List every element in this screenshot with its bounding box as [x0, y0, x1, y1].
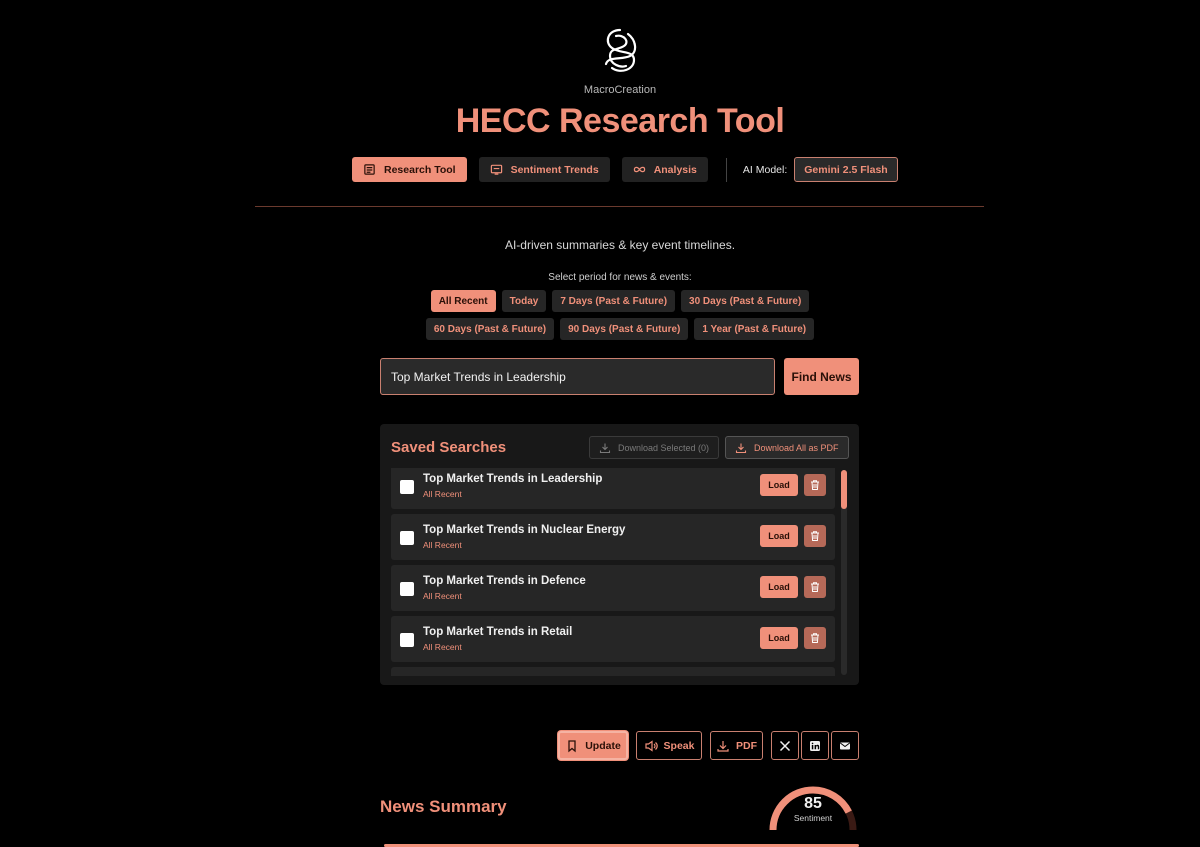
news-summary-title: News Summary [380, 797, 507, 816]
page-title: HECC Research Tool [455, 102, 785, 140]
period-label: Select period for news & events: [548, 272, 692, 283]
macrocreation-logo-icon [604, 28, 637, 72]
update-label: Update [585, 739, 621, 752]
saved-search-item[interactable]: Top Market Trends in Defence All Recent … [391, 565, 835, 611]
find-news-button[interactable]: Find News [784, 358, 859, 395]
delete-button[interactable] [804, 474, 826, 496]
pdf-label: PDF [736, 739, 757, 752]
brand-name: MacroCreation [583, 84, 657, 96]
select-checkbox[interactable] [400, 531, 414, 545]
newspaper-icon [364, 164, 375, 175]
period-chip-30-days[interactable]: 30 Days (Past & Future) [681, 290, 810, 312]
delete-button[interactable] [804, 627, 826, 649]
period-chips-row-2: 60 Days (Past & Future) 90 Days (Past & … [0, 318, 1200, 340]
tab-label: Research Tool [384, 163, 456, 176]
saved-search-title: Top Market Trends in Retail [423, 626, 573, 638]
share-email-button[interactable] [831, 731, 859, 760]
monitor-icon [490, 164, 502, 175]
saved-search-item[interactable]: Top Market Trends in Leadership All Rece… [391, 468, 835, 509]
period-chip-90-days[interactable]: 90 Days (Past & Future) [560, 318, 689, 340]
select-checkbox[interactable] [400, 480, 414, 494]
download-icon [599, 443, 611, 453]
trash-icon [811, 582, 819, 592]
x-twitter-icon [779, 740, 791, 751]
sentiment-score: 85 [804, 795, 822, 812]
envelope-icon [840, 742, 850, 749]
saved-list-scrollbar[interactable] [841, 470, 847, 675]
tab-research-tool[interactable]: Research Tool [352, 157, 467, 182]
share-linkedin-button[interactable] [801, 731, 829, 760]
saved-searches-title: Saved Searches [391, 439, 507, 456]
download-icon [717, 740, 729, 752]
period-chips-row-1: All Recent Today 7 Days (Past & Future) … [0, 290, 1200, 312]
saved-searches-list[interactable]: Top Market Trends in Leadership All Rece… [391, 468, 835, 676]
period-chip-60-days[interactable]: 60 Days (Past & Future) [425, 318, 555, 340]
saved-search-period: All Recent [423, 591, 462, 601]
share-x-button[interactable] [771, 731, 799, 760]
saved-search-period: All Recent [423, 489, 462, 499]
pdf-button[interactable]: PDF [710, 731, 763, 760]
delete-button[interactable] [804, 525, 826, 547]
speak-label: Speak [663, 739, 695, 752]
select-checkbox[interactable] [400, 582, 414, 596]
linkedin-icon [810, 740, 820, 751]
update-button[interactable]: Update [558, 731, 628, 760]
ai-model-label: AI Model: [742, 163, 788, 176]
tagline: AI-driven summaries & key event timeline… [504, 238, 736, 252]
delete-button[interactable] [804, 576, 826, 598]
load-button[interactable]: Load [760, 525, 798, 547]
header-divider [255, 206, 984, 207]
load-button[interactable]: Load [760, 576, 798, 598]
download-all-label: Download All as PDF [754, 442, 839, 453]
period-chip-all-recent[interactable]: All Recent [430, 290, 496, 312]
bookmark-icon [568, 739, 576, 752]
tab-sentiment-trends[interactable]: Sentiment Trends [478, 157, 610, 182]
select-checkbox[interactable] [400, 633, 414, 647]
saved-searches-panel: Saved Searches Download Selected (0) Dow… [380, 424, 859, 685]
ai-model-select[interactable]: Gemini 2.5 Flash [794, 157, 898, 182]
saved-search-title: Top Market Trends in Defence [423, 575, 586, 587]
main-nav: Research Tool Sentiment Trends Analysis … [352, 157, 898, 182]
scrollbar-thumb[interactable] [841, 470, 847, 509]
infinity-icon [633, 166, 645, 173]
trash-icon [811, 531, 819, 541]
speak-button[interactable]: Speak [636, 731, 702, 760]
period-chip-1-year[interactable]: 1 Year (Past & Future) [694, 318, 815, 340]
download-selected-button[interactable]: Download Selected (0) [589, 436, 720, 459]
download-all-pdf-button[interactable]: Download All as PDF [725, 436, 849, 459]
saved-search-period: All Recent [423, 642, 462, 652]
period-chip-today[interactable]: Today [501, 290, 547, 312]
load-button[interactable]: Load [760, 627, 798, 649]
saved-search-title: Top Market Trends in Nuclear Energy [423, 524, 626, 536]
download-icon [735, 443, 747, 453]
saved-search-item[interactable]: Top Market Trends in Retail All Recent L… [391, 616, 835, 662]
trash-icon [811, 480, 819, 490]
trash-icon [811, 633, 819, 643]
saved-search-item-partial[interactable] [391, 667, 835, 676]
period-chip-7-days[interactable]: 7 Days (Past & Future) [552, 290, 676, 312]
download-selected-label: Download Selected (0) [618, 442, 710, 453]
tab-analysis[interactable]: Analysis [621, 157, 708, 182]
tab-label: Sentiment Trends [510, 163, 599, 176]
load-button[interactable]: Load [760, 474, 798, 496]
saved-search-title: Top Market Trends in Leadership [423, 473, 603, 485]
sentiment-label: Sentiment [793, 813, 833, 823]
speaker-icon [644, 739, 658, 752]
nav-separator [725, 157, 727, 182]
saved-search-period: All Recent [423, 540, 462, 550]
tab-label: Analysis [653, 163, 697, 176]
search-input[interactable] [380, 358, 775, 395]
saved-search-item[interactable]: Top Market Trends in Nuclear Energy All … [391, 514, 835, 560]
